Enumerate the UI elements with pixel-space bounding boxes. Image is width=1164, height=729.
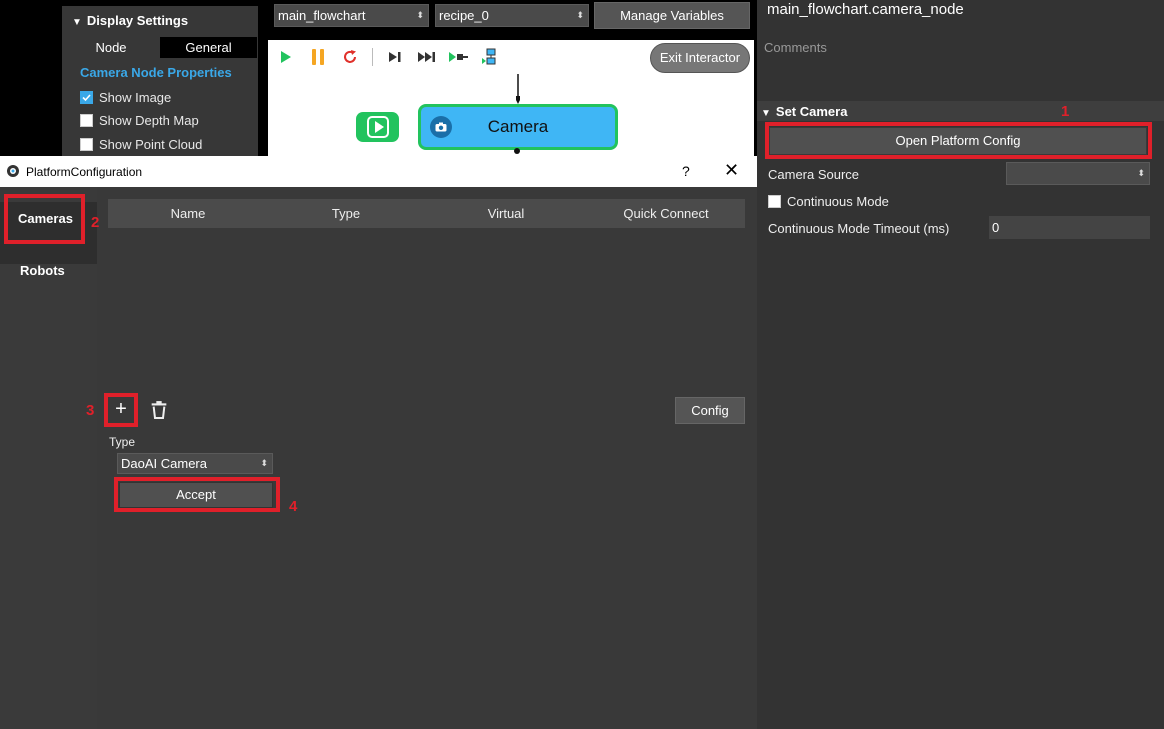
fast-forward-icon[interactable] <box>417 47 437 67</box>
cameras-page: Name Type Virtual Quick Connect + Config… <box>97 187 757 729</box>
show-depth-map-option[interactable]: Show Depth Map <box>80 111 199 129</box>
dialog-titlebar[interactable]: PlatformConfiguration ? ✕ <box>0 156 757 187</box>
set-camera-title: ▼ Set Camera <box>761 104 847 119</box>
updown-arrow-icon: ⬍ <box>576 10 584 20</box>
updown-arrow-icon: ⬍ <box>416 10 424 20</box>
display-settings-header[interactable]: ▼ Display Settings <box>72 13 188 28</box>
dialog-sidebar: Cameras Robots <box>0 187 97 729</box>
recipe-select[interactable]: recipe_0 ⬍ <box>435 4 589 27</box>
platform-configuration-dialog: PlatformConfiguration ? ✕ Cameras Robots… <box>0 156 757 729</box>
camera-table-header: Name Type Virtual Quick Connect <box>108 199 745 228</box>
run-icon[interactable] <box>276 47 296 67</box>
continuous-mode-option[interactable]: Continuous Mode <box>768 193 889 209</box>
camera-node-properties-title: Camera Node Properties <box>80 65 232 80</box>
breakpoint-icon[interactable] <box>449 47 469 67</box>
dialog-title: PlatformConfiguration <box>26 165 143 179</box>
display-settings-title: Display Settings <box>86 13 189 28</box>
column-virtual[interactable]: Virtual <box>446 199 566 228</box>
node-output-port[interactable] <box>514 148 520 154</box>
step-number-1: 1 <box>1061 103 1070 120</box>
camera-node-label: Camera <box>487 117 549 136</box>
add-camera-button[interactable]: + <box>109 398 133 422</box>
flowchart-select[interactable]: main_flowchart ⬍ <box>274 4 429 27</box>
continuous-mode-label: Continuous Mode <box>787 193 889 209</box>
comments-label[interactable]: Comments <box>764 40 827 55</box>
node-properties-panel: main_flowchart.camera_node Comments ▼ Set… <box>757 0 1164 729</box>
debug-node-icon[interactable] <box>481 47 501 67</box>
start-node[interactable] <box>356 112 399 142</box>
play-icon <box>366 116 389 138</box>
accept-button[interactable]: Accept <box>119 482 273 508</box>
display-settings-panel: ▼ Display Settings Node General Camera No… <box>62 6 258 158</box>
camera-type-value: DaoAI Camera <box>121 456 207 471</box>
type-label: Type <box>109 435 136 449</box>
camera-type-select[interactable]: DaoAI Camera ⬍ <box>117 453 273 474</box>
camera-source-label: Camera Source <box>768 167 860 182</box>
step-icon[interactable] <box>385 47 405 67</box>
continuous-mode-checkbox[interactable] <box>768 194 781 208</box>
column-name[interactable]: Name <box>128 199 248 228</box>
flowchart-toolbar <box>276 46 501 68</box>
flowchart-select-value: main_flowchart <box>278 8 366 23</box>
column-type[interactable]: Type <box>286 199 406 228</box>
manage-variables-button[interactable]: Manage Variables <box>594 2 750 29</box>
show-image-checkbox[interactable] <box>80 90 93 104</box>
flowchart-canvas[interactable]: Exit Interactor Camera <box>268 40 754 158</box>
config-button[interactable]: Config <box>675 397 745 424</box>
collapse-triangle-icon: ▼ <box>761 108 771 119</box>
sidebar-item-robots[interactable]: Robots <box>20 263 65 278</box>
updown-arrow-icon: ⬍ <box>260 458 268 468</box>
node-title: main_flowchart.camera_node <box>767 1 964 18</box>
app-logo-icon <box>7 165 19 177</box>
show-point-cloud-label: Show Point Cloud <box>99 136 203 152</box>
pause-icon[interactable] <box>308 47 328 67</box>
show-depth-map-checkbox[interactable] <box>80 113 93 127</box>
column-quick-connect[interactable]: Quick Connect <box>596 199 736 228</box>
exit-interactor-button[interactable]: Exit Interactor <box>650 43 750 73</box>
open-platform-config-button[interactable]: Open Platform Config <box>769 127 1147 155</box>
step-number-3: 3 <box>86 402 95 419</box>
tab-general[interactable]: General <box>160 37 257 58</box>
camera-node[interactable]: Camera <box>418 104 618 150</box>
step-number-2: 2 <box>91 214 100 231</box>
close-icon[interactable]: ✕ <box>724 160 739 181</box>
continuous-mode-timeout-label: Continuous Mode Timeout (ms) <box>768 221 950 236</box>
flow-connector-arrow <box>516 74 520 104</box>
show-point-cloud-checkbox[interactable] <box>80 137 93 151</box>
restart-icon[interactable] <box>340 47 360 67</box>
show-depth-map-label: Show Depth Map <box>99 112 199 128</box>
toolbar-separator <box>372 48 373 66</box>
set-camera-section-header[interactable]: ▼ Set Camera <box>757 101 1164 121</box>
help-button[interactable]: ? <box>682 163 690 179</box>
collapse-triangle-icon[interactable]: ▼ <box>72 17 82 28</box>
updown-arrow-icon: ⬍ <box>1137 168 1145 178</box>
trash-icon[interactable] <box>151 400 167 420</box>
show-point-cloud-option[interactable]: Show Point Cloud <box>80 135 202 153</box>
camera-source-select[interactable]: ⬍ <box>1006 162 1150 185</box>
step-number-4: 4 <box>289 498 298 515</box>
tab-node[interactable]: Node <box>62 37 160 58</box>
recipe-select-value: recipe_0 <box>439 8 489 23</box>
continuous-mode-timeout-input[interactable]: 0 <box>989 216 1150 239</box>
sidebar-item-cameras-label[interactable]: Cameras <box>18 211 73 226</box>
show-image-label: Show Image <box>99 89 172 105</box>
set-camera-title-text: Set Camera <box>775 104 848 119</box>
show-image-option[interactable]: Show Image <box>80 88 171 106</box>
